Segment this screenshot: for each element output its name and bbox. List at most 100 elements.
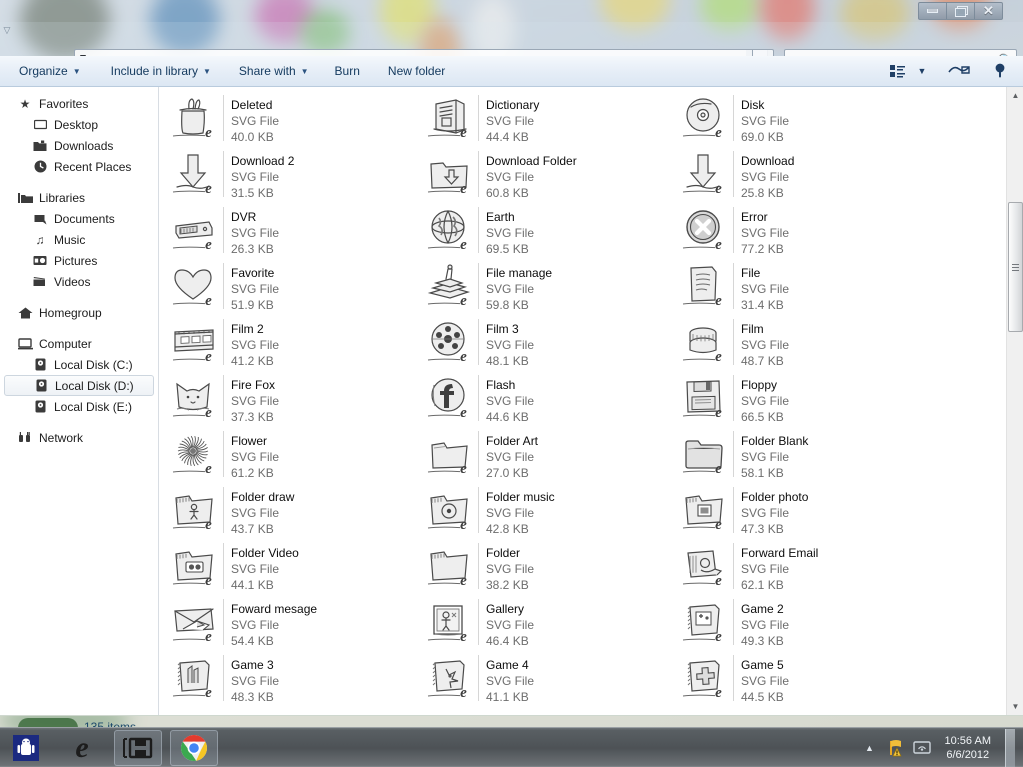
file-type: SVG File: [741, 618, 790, 632]
file-tile-info: Folder Video SVG File 44.1 KB: [223, 543, 299, 592]
file-tile-info: Game 2 SVG File 49.3 KB: [733, 599, 790, 648]
internet-explorer-badge-icon: e: [460, 237, 467, 253]
clock-date: 6/6/2012: [946, 748, 990, 761]
file-type: SVG File: [741, 226, 790, 240]
sidebar-item-local-disk-e[interactable]: Local Disk (E:): [0, 396, 158, 417]
sidebar-item-documents[interactable]: Documents: [0, 208, 158, 229]
vertical-scrollbar[interactable]: ▲ ▼: [1006, 87, 1023, 715]
toolbar-share-with-button[interactable]: Share with ▼: [230, 60, 318, 83]
sidebar-item-local-disk-d[interactable]: Local Disk (D:): [4, 375, 154, 396]
file-tile[interactable]: e Fire Fox SVG File 37.3 KB: [165, 373, 420, 429]
network-tray-icon[interactable]: [912, 739, 931, 757]
file-type: SVG File: [741, 506, 790, 520]
sidebar-item-music[interactable]: ♫ Music: [0, 229, 158, 250]
file-tile[interactable]: e Disk SVG File 69.0 KB: [675, 93, 930, 149]
file-tile[interactable]: e Game 5 SVG File 44.5 KB: [675, 653, 930, 709]
toolbar-organize-button[interactable]: Organize ▼: [10, 60, 90, 83]
show-hidden-icons-button[interactable]: ▲: [861, 739, 879, 757]
file-type: SVG File: [231, 226, 280, 240]
navigation-pane: ★ Favorites Desktop Downloads Recent Pla…: [0, 87, 159, 715]
sidebar-item-libraries[interactable]: Libraries: [0, 187, 158, 208]
taskbar-clock[interactable]: 10:56 AM 6/6/2012: [939, 734, 997, 762]
file-tile[interactable]: e Folder Video SVG File 44.1 KB: [165, 541, 420, 597]
taskbar-button-android-app[interactable]: [2, 730, 50, 766]
scroll-up-button[interactable]: ▲: [1007, 87, 1023, 104]
file-tile[interactable]: e Download 2 SVG File 31.5 KB: [165, 149, 420, 205]
action-center-icon[interactable]: [887, 739, 905, 757]
file-name: Dictionary: [486, 98, 540, 112]
file-tile[interactable]: e Download SVG File 25.8 KB: [675, 149, 930, 205]
internet-explorer-badge-icon: e: [715, 293, 722, 309]
sidebar-item-recent-places[interactable]: Recent Places: [0, 156, 158, 177]
restore-button[interactable]: [946, 2, 975, 20]
scrollbar-thumb[interactable]: [1008, 202, 1023, 332]
downloads-folder-icon: [32, 138, 48, 154]
sidebar-item-videos[interactable]: Videos: [0, 271, 158, 292]
file-thumbnail: e: [681, 207, 727, 257]
sidebar-item-downloads[interactable]: Downloads: [0, 135, 158, 156]
sidebar-item-homegroup[interactable]: Homegroup: [0, 302, 158, 323]
change-view-dropdown-button[interactable]: ▼: [913, 60, 931, 82]
file-tile[interactable]: e Deleted SVG File 40.0 KB: [165, 93, 420, 149]
sidebar-item-network[interactable]: Network: [0, 427, 158, 448]
change-view-button[interactable]: [884, 60, 910, 82]
file-tile[interactable]: e Folder Art SVG File 27.0 KB: [420, 429, 675, 485]
file-tile[interactable]: e File manage SVG File 59.8 KB: [420, 261, 675, 317]
file-tile[interactable]: e Floppy SVG File 66.5 KB: [675, 373, 930, 429]
file-tile[interactable]: e Film 2 SVG File 41.2 KB: [165, 317, 420, 373]
file-tile[interactable]: e Earth SVG File 69.5 KB: [420, 205, 675, 261]
sidebar-item-pictures[interactable]: Pictures: [0, 250, 158, 271]
file-type: SVG File: [741, 170, 790, 184]
file-tile[interactable]: e DVR SVG File 26.3 KB: [165, 205, 420, 261]
file-tile[interactable]: e Forward Email SVG File 62.1 KB: [675, 541, 930, 597]
file-tile[interactable]: e Folder SVG File 38.2 KB: [420, 541, 675, 597]
close-button[interactable]: ✕: [974, 2, 1003, 20]
preview-pane-button[interactable]: [946, 60, 972, 82]
file-tile[interactable]: e Film SVG File 48.7 KB: [675, 317, 930, 373]
sidebar-item-favorites[interactable]: ★ Favorites: [0, 93, 158, 114]
help-button[interactable]: [987, 60, 1013, 82]
toolbar-new-folder-button[interactable]: New folder: [379, 60, 454, 83]
taskbar-button-google-chrome[interactable]: [170, 729, 218, 766]
file-tile[interactable]: e Gallery SVG File 46.4 KB: [420, 597, 675, 653]
sidebar-item-computer[interactable]: Computer: [0, 333, 158, 354]
file-list-pane[interactable]: e Deleted SVG File 40.0 KB e Dictionary SVG Fi…: [159, 87, 1023, 715]
minimize-button[interactable]: [918, 2, 947, 20]
file-tile[interactable]: e Game 2 SVG File 49.3 KB: [675, 597, 930, 653]
taskbar-button-windows-explorer[interactable]: [114, 729, 162, 766]
file-tile[interactable]: e File SVG File 31.4 KB: [675, 261, 930, 317]
file-name: Download: [741, 154, 795, 168]
recent-pages-button[interactable]: ▽: [0, 22, 14, 38]
internet-explorer-badge-icon: e: [715, 125, 722, 141]
homegroup-icon: [17, 305, 33, 321]
file-tile[interactable]: e Flower SVG File 61.2 KB: [165, 429, 420, 485]
toolbar-include-in-library-label: Include in library: [110, 64, 198, 78]
sidebar-item-desktop[interactable]: Desktop: [0, 114, 158, 135]
toolbar-burn-label: Burn: [334, 64, 360, 78]
file-tile[interactable]: e Favorite SVG File 51.9 KB: [165, 261, 420, 317]
toolbar-burn-button[interactable]: Burn: [326, 60, 369, 83]
file-size: 58.1 KB: [741, 466, 784, 480]
scroll-down-button[interactable]: ▼: [1007, 698, 1023, 715]
taskbar-button-internet-explorer[interactable]: e: [58, 730, 106, 766]
file-tile[interactable]: e Folder Blank SVG File 58.1 KB: [675, 429, 930, 485]
toolbar-include-in-library-button[interactable]: Include in library ▼: [102, 60, 220, 83]
file-tile-info: Floppy SVG File 66.5 KB: [733, 375, 789, 424]
file-tile[interactable]: e Game 3 SVG File 48.3 KB: [165, 653, 420, 709]
file-tile-info: Folder SVG File 38.2 KB: [478, 543, 534, 592]
file-tile[interactable]: e Folder music SVG File 42.8 KB: [420, 485, 675, 541]
file-tile[interactable]: e Foward mesage SVG File 54.4 KB: [165, 597, 420, 653]
show-desktop-button[interactable]: [1005, 728, 1015, 767]
file-name: Earth: [486, 210, 515, 224]
file-tile[interactable]: e Error SVG File 77.2 KB: [675, 205, 930, 261]
file-tile[interactable]: e Flash SVG File 44.6 KB: [420, 373, 675, 429]
sidebar-item-local-disk-c[interactable]: Local Disk (C:): [0, 354, 158, 375]
file-tile[interactable]: e Dictionary SVG File 44.4 KB: [420, 93, 675, 149]
hard-disk-icon: [32, 357, 48, 373]
file-tile[interactable]: e Film 3 SVG File 48.1 KB: [420, 317, 675, 373]
file-tile[interactable]: e Game 4 SVG File 41.1 KB: [420, 653, 675, 709]
file-tile[interactable]: e Folder photo SVG File 47.3 KB: [675, 485, 930, 541]
file-tile[interactable]: e Download Folder SVG File 60.8 KB: [420, 149, 675, 205]
file-type: SVG File: [486, 282, 535, 296]
file-tile[interactable]: e Folder draw SVG File 43.7 KB: [165, 485, 420, 541]
